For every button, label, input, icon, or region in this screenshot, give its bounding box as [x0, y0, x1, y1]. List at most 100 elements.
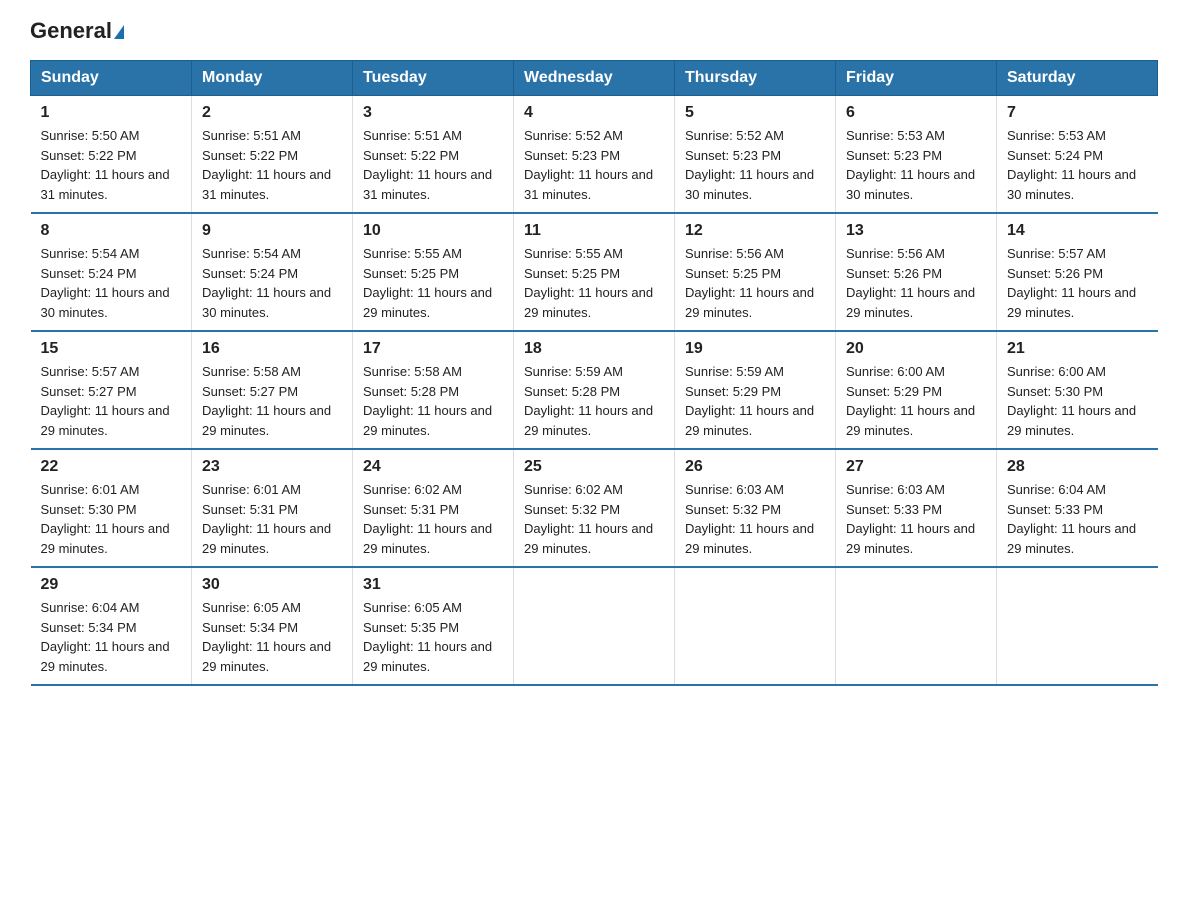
day-number: 26 — [685, 458, 825, 476]
day-number: 4 — [524, 104, 664, 122]
day-info: Sunrise: 6:01 AMSunset: 5:30 PMDaylight:… — [41, 480, 182, 558]
day-number: 27 — [846, 458, 986, 476]
day-info: Sunrise: 5:55 AMSunset: 5:25 PMDaylight:… — [524, 244, 664, 322]
calendar-day-cell: 16 Sunrise: 5:58 AMSunset: 5:27 PMDaylig… — [192, 331, 353, 449]
calendar-day-cell: 13 Sunrise: 5:56 AMSunset: 5:26 PMDaylig… — [836, 213, 997, 331]
calendar-day-cell: 30 Sunrise: 6:05 AMSunset: 5:34 PMDaylig… — [192, 567, 353, 685]
day-number: 11 — [524, 222, 664, 240]
calendar-day-cell: 10 Sunrise: 5:55 AMSunset: 5:25 PMDaylig… — [353, 213, 514, 331]
calendar-day-cell: 8 Sunrise: 5:54 AMSunset: 5:24 PMDayligh… — [31, 213, 192, 331]
day-info: Sunrise: 5:51 AMSunset: 5:22 PMDaylight:… — [363, 126, 503, 204]
calendar-day-cell: 4 Sunrise: 5:52 AMSunset: 5:23 PMDayligh… — [514, 96, 675, 214]
calendar-week-row: 22 Sunrise: 6:01 AMSunset: 5:30 PMDaylig… — [31, 449, 1158, 567]
day-info: Sunrise: 5:56 AMSunset: 5:25 PMDaylight:… — [685, 244, 825, 322]
calendar-week-row: 15 Sunrise: 5:57 AMSunset: 5:27 PMDaylig… — [31, 331, 1158, 449]
day-number: 15 — [41, 340, 182, 358]
calendar-day-cell: 22 Sunrise: 6:01 AMSunset: 5:30 PMDaylig… — [31, 449, 192, 567]
day-of-week-header: Friday — [836, 61, 997, 96]
calendar-table: SundayMondayTuesdayWednesdayThursdayFrid… — [30, 60, 1158, 686]
day-number: 13 — [846, 222, 986, 240]
calendar-day-cell — [675, 567, 836, 685]
calendar-week-row: 29 Sunrise: 6:04 AMSunset: 5:34 PMDaylig… — [31, 567, 1158, 685]
calendar-day-cell: 6 Sunrise: 5:53 AMSunset: 5:23 PMDayligh… — [836, 96, 997, 214]
day-number: 21 — [1007, 340, 1148, 358]
calendar-day-cell — [514, 567, 675, 685]
calendar-day-cell: 17 Sunrise: 5:58 AMSunset: 5:28 PMDaylig… — [353, 331, 514, 449]
calendar-day-cell: 20 Sunrise: 6:00 AMSunset: 5:29 PMDaylig… — [836, 331, 997, 449]
logo-arrow-icon — [114, 25, 124, 39]
day-info: Sunrise: 6:03 AMSunset: 5:33 PMDaylight:… — [846, 480, 986, 558]
day-number: 3 — [363, 104, 503, 122]
calendar-day-cell: 23 Sunrise: 6:01 AMSunset: 5:31 PMDaylig… — [192, 449, 353, 567]
page-header: General — [30, 20, 1158, 42]
day-number: 18 — [524, 340, 664, 358]
calendar-day-cell: 1 Sunrise: 5:50 AMSunset: 5:22 PMDayligh… — [31, 96, 192, 214]
logo: General — [30, 20, 124, 42]
day-number: 12 — [685, 222, 825, 240]
day-info: Sunrise: 5:52 AMSunset: 5:23 PMDaylight:… — [685, 126, 825, 204]
day-info: Sunrise: 6:02 AMSunset: 5:32 PMDaylight:… — [524, 480, 664, 558]
day-info: Sunrise: 5:51 AMSunset: 5:22 PMDaylight:… — [202, 126, 342, 204]
day-of-week-header: Monday — [192, 61, 353, 96]
day-number: 10 — [363, 222, 503, 240]
day-info: Sunrise: 5:57 AMSunset: 5:26 PMDaylight:… — [1007, 244, 1148, 322]
calendar-day-cell: 3 Sunrise: 5:51 AMSunset: 5:22 PMDayligh… — [353, 96, 514, 214]
day-number: 23 — [202, 458, 342, 476]
day-number: 30 — [202, 576, 342, 594]
calendar-week-row: 1 Sunrise: 5:50 AMSunset: 5:22 PMDayligh… — [31, 96, 1158, 214]
day-number: 2 — [202, 104, 342, 122]
calendar-day-cell: 27 Sunrise: 6:03 AMSunset: 5:33 PMDaylig… — [836, 449, 997, 567]
day-number: 7 — [1007, 104, 1148, 122]
day-info: Sunrise: 6:04 AMSunset: 5:34 PMDaylight:… — [41, 598, 182, 676]
day-info: Sunrise: 5:53 AMSunset: 5:24 PMDaylight:… — [1007, 126, 1148, 204]
calendar-day-cell — [836, 567, 997, 685]
calendar-day-cell: 9 Sunrise: 5:54 AMSunset: 5:24 PMDayligh… — [192, 213, 353, 331]
day-number: 1 — [41, 104, 182, 122]
calendar-day-cell: 24 Sunrise: 6:02 AMSunset: 5:31 PMDaylig… — [353, 449, 514, 567]
day-info: Sunrise: 5:57 AMSunset: 5:27 PMDaylight:… — [41, 362, 182, 440]
day-number: 16 — [202, 340, 342, 358]
day-of-week-header: Saturday — [997, 61, 1158, 96]
day-number: 22 — [41, 458, 182, 476]
day-info: Sunrise: 5:55 AMSunset: 5:25 PMDaylight:… — [363, 244, 503, 322]
calendar-header-row: SundayMondayTuesdayWednesdayThursdayFrid… — [31, 61, 1158, 96]
calendar-day-cell: 29 Sunrise: 6:04 AMSunset: 5:34 PMDaylig… — [31, 567, 192, 685]
day-info: Sunrise: 6:00 AMSunset: 5:30 PMDaylight:… — [1007, 362, 1148, 440]
day-number: 14 — [1007, 222, 1148, 240]
day-number: 8 — [41, 222, 182, 240]
calendar-day-cell: 12 Sunrise: 5:56 AMSunset: 5:25 PMDaylig… — [675, 213, 836, 331]
calendar-day-cell: 18 Sunrise: 5:59 AMSunset: 5:28 PMDaylig… — [514, 331, 675, 449]
day-of-week-header: Tuesday — [353, 61, 514, 96]
logo-general: General — [30, 20, 124, 42]
calendar-day-cell: 31 Sunrise: 6:05 AMSunset: 5:35 PMDaylig… — [353, 567, 514, 685]
calendar-day-cell: 26 Sunrise: 6:03 AMSunset: 5:32 PMDaylig… — [675, 449, 836, 567]
day-of-week-header: Sunday — [31, 61, 192, 96]
day-number: 31 — [363, 576, 503, 594]
day-info: Sunrise: 5:56 AMSunset: 5:26 PMDaylight:… — [846, 244, 986, 322]
day-info: Sunrise: 6:03 AMSunset: 5:32 PMDaylight:… — [685, 480, 825, 558]
calendar-day-cell: 7 Sunrise: 5:53 AMSunset: 5:24 PMDayligh… — [997, 96, 1158, 214]
day-info: Sunrise: 6:05 AMSunset: 5:35 PMDaylight:… — [363, 598, 503, 676]
day-info: Sunrise: 5:52 AMSunset: 5:23 PMDaylight:… — [524, 126, 664, 204]
day-info: Sunrise: 6:04 AMSunset: 5:33 PMDaylight:… — [1007, 480, 1148, 558]
calendar-day-cell: 28 Sunrise: 6:04 AMSunset: 5:33 PMDaylig… — [997, 449, 1158, 567]
day-info: Sunrise: 5:54 AMSunset: 5:24 PMDaylight:… — [202, 244, 342, 322]
day-number: 29 — [41, 576, 182, 594]
day-info: Sunrise: 6:00 AMSunset: 5:29 PMDaylight:… — [846, 362, 986, 440]
calendar-day-cell: 25 Sunrise: 6:02 AMSunset: 5:32 PMDaylig… — [514, 449, 675, 567]
calendar-day-cell: 2 Sunrise: 5:51 AMSunset: 5:22 PMDayligh… — [192, 96, 353, 214]
day-info: Sunrise: 6:01 AMSunset: 5:31 PMDaylight:… — [202, 480, 342, 558]
calendar-day-cell: 19 Sunrise: 5:59 AMSunset: 5:29 PMDaylig… — [675, 331, 836, 449]
day-number: 17 — [363, 340, 503, 358]
day-info: Sunrise: 6:05 AMSunset: 5:34 PMDaylight:… — [202, 598, 342, 676]
day-info: Sunrise: 5:50 AMSunset: 5:22 PMDaylight:… — [41, 126, 182, 204]
day-number: 28 — [1007, 458, 1148, 476]
day-number: 20 — [846, 340, 986, 358]
day-info: Sunrise: 5:59 AMSunset: 5:28 PMDaylight:… — [524, 362, 664, 440]
day-info: Sunrise: 6:02 AMSunset: 5:31 PMDaylight:… — [363, 480, 503, 558]
calendar-day-cell: 21 Sunrise: 6:00 AMSunset: 5:30 PMDaylig… — [997, 331, 1158, 449]
calendar-day-cell: 5 Sunrise: 5:52 AMSunset: 5:23 PMDayligh… — [675, 96, 836, 214]
calendar-day-cell: 15 Sunrise: 5:57 AMSunset: 5:27 PMDaylig… — [31, 331, 192, 449]
day-info: Sunrise: 5:53 AMSunset: 5:23 PMDaylight:… — [846, 126, 986, 204]
day-number: 5 — [685, 104, 825, 122]
